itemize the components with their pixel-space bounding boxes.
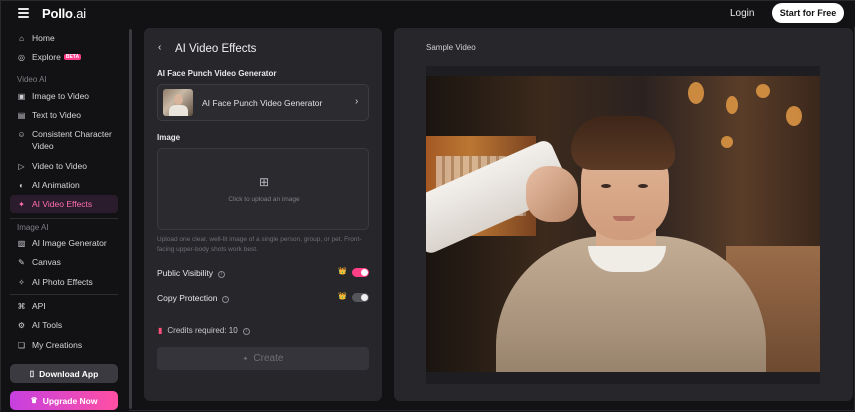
sidebar-item-label: AI Animation — [32, 180, 80, 190]
back-chevron-icon[interactable]: ‹ — [158, 42, 161, 53]
home-icon: ⌂ — [19, 33, 24, 43]
image-label: Image — [157, 133, 181, 142]
sidebar-item-canvas[interactable]: ✎ Canvas — [10, 253, 118, 271]
premium-crown-icon: 👑 — [338, 268, 347, 275]
upload-hint: Upload one clear, well-lit image of a si… — [157, 236, 362, 253]
login-link[interactable]: Login — [730, 8, 754, 19]
section-label-video-ai: Video AI — [17, 75, 47, 84]
image-video-icon: ▣ — [17, 91, 26, 101]
video-video-icon: ▷ — [18, 161, 25, 171]
sidebar-item-label: AI Video Effects — [32, 199, 93, 209]
sample-video-panel: Sample Video — [394, 28, 853, 401]
credits-icon: ▮ — [158, 326, 163, 335]
canvas-icon: ✎ — [18, 257, 25, 267]
sidebar-item-my-creations[interactable]: ❏ My Creations — [10, 336, 118, 354]
info-icon[interactable]: i — [218, 271, 226, 278]
upgrade-now-label: Upgrade Now — [42, 395, 98, 406]
sidebar-item-label: AI Image Generator — [32, 238, 107, 248]
sample-video-player[interactable] — [426, 76, 820, 372]
sidebar-item-label: Text to Video — [32, 110, 81, 120]
sample-video-label: Sample Video — [426, 43, 476, 52]
sidebar — [1, 27, 129, 412]
effect-thumbnail — [163, 89, 193, 116]
sidebar-item-label: Home — [32, 33, 55, 43]
start-for-free-button[interactable]: Start for Free — [772, 3, 844, 23]
download-app-button[interactable]: ▯ Download App — [10, 364, 118, 383]
creations-icon: ❏ — [17, 340, 26, 350]
public-visibility-toggle[interactable] — [352, 268, 369, 277]
sidebar-item-video-to-video[interactable]: ▷ Video to Video — [10, 157, 118, 175]
image-generator-icon: ▨ — [17, 238, 26, 248]
sidebar-item-label: Video to Video — [32, 161, 87, 171]
sidebar-item-image-to-video[interactable]: ▣ Image to Video — [10, 87, 118, 105]
sidebar-item-ai-video-effects[interactable]: ✦ AI Video Effects — [10, 195, 118, 213]
tools-icon: ⚙ — [17, 320, 26, 330]
sparkle-icon: ✦ — [242, 355, 249, 363]
sidebar-item-home[interactable]: ⌂ Home — [10, 29, 118, 47]
menu-icon[interactable] — [18, 8, 29, 18]
sidebar-item-ai-animation[interactable]: ◐ AI Animation — [10, 176, 118, 194]
sidebar-item-label: Canvas — [32, 257, 61, 267]
sidebar-item-label: AI Tools — [32, 320, 63, 330]
video-frame — [426, 66, 820, 384]
logo[interactable]: Pollo.ai — [42, 6, 86, 21]
upload-placeholder: Click to upload an image — [228, 196, 300, 203]
chevron-right-icon: › — [355, 96, 359, 107]
crown-icon: ♛ — [30, 396, 38, 405]
sidebar-item-text-to-video[interactable]: ▤ Text to Video — [10, 106, 118, 124]
beta-badge: BETA — [63, 54, 82, 60]
top-bar: Pollo.ai Login Start for Free — [1, 1, 855, 27]
animation-icon: ◐ — [19, 180, 24, 190]
page-title: AI Video Effects — [175, 43, 257, 55]
sidebar-scrollbar[interactable] — [129, 29, 132, 409]
app-window: Pollo.ai Login Start for Free ⌂ Home ◎ E… — [0, 0, 855, 412]
premium-crown-icon: 👑 — [338, 293, 347, 300]
effect-selector-label: AI Face Punch Video Generator — [202, 98, 323, 108]
public-visibility-label: Public Visibility i — [157, 268, 226, 278]
sidebar-item-ai-photo-effects[interactable]: ✧ AI Photo Effects — [10, 273, 118, 291]
sidebar-divider — [10, 294, 118, 295]
credits-required: ▮ Credits required: 10 i — [158, 326, 250, 335]
character-icon: ☺ — [17, 130, 26, 139]
photo-effects-icon: ✧ — [18, 277, 25, 287]
sidebar-item-label: API — [32, 301, 46, 311]
sidebar-item-label: Consistent Character Video — [32, 129, 112, 151]
create-button[interactable]: ✦ Create — [157, 347, 369, 370]
copy-protection-label: Copy Protection i — [157, 293, 230, 303]
sidebar-divider — [10, 218, 118, 219]
compass-icon: ◎ — [18, 52, 25, 62]
info-icon[interactable]: i — [242, 328, 250, 335]
api-icon: ⌘ — [17, 301, 26, 311]
sidebar-item-label: AI Photo Effects — [32, 277, 93, 287]
sidebar-item-ai-image-generator[interactable]: ▨ AI Image Generator — [10, 234, 118, 252]
effects-panel: ‹ AI Video Effects AI Face Punch Video G… — [144, 28, 382, 401]
sidebar-item-label: Explore — [32, 52, 61, 62]
sidebar-item-api[interactable]: ⌘ API — [10, 297, 118, 315]
upload-image-icon: ⊞ — [258, 175, 270, 189]
upgrade-now-button[interactable]: ♛ Upgrade Now — [10, 391, 118, 410]
download-app-label: Download App — [39, 368, 99, 379]
generator-section-label: AI Face Punch Video Generator — [157, 69, 277, 78]
phone-icon: ▯ — [29, 369, 35, 378]
sidebar-item-consistent-character-video[interactable]: ☺ Consistent Character Video — [10, 127, 118, 153]
sidebar-item-ai-tools[interactable]: ⚙ AI Tools — [10, 316, 118, 334]
image-upload-dropzone[interactable]: ⊞ Click to upload an image — [157, 148, 369, 230]
info-icon[interactable]: i — [222, 296, 230, 303]
create-label: Create — [253, 353, 284, 364]
sidebar-item-label: Image to Video — [32, 91, 90, 101]
sidebar-item-label: My Creations — [32, 340, 83, 350]
text-video-icon: ▤ — [17, 110, 26, 120]
effect-selector[interactable]: AI Face Punch Video Generator › — [157, 84, 369, 121]
section-label-image-ai: Image AI — [17, 223, 49, 232]
sidebar-item-explore[interactable]: ◎ Explore BETA — [10, 48, 118, 66]
copy-protection-toggle[interactable] — [352, 293, 369, 302]
effects-icon: ✦ — [18, 199, 25, 209]
